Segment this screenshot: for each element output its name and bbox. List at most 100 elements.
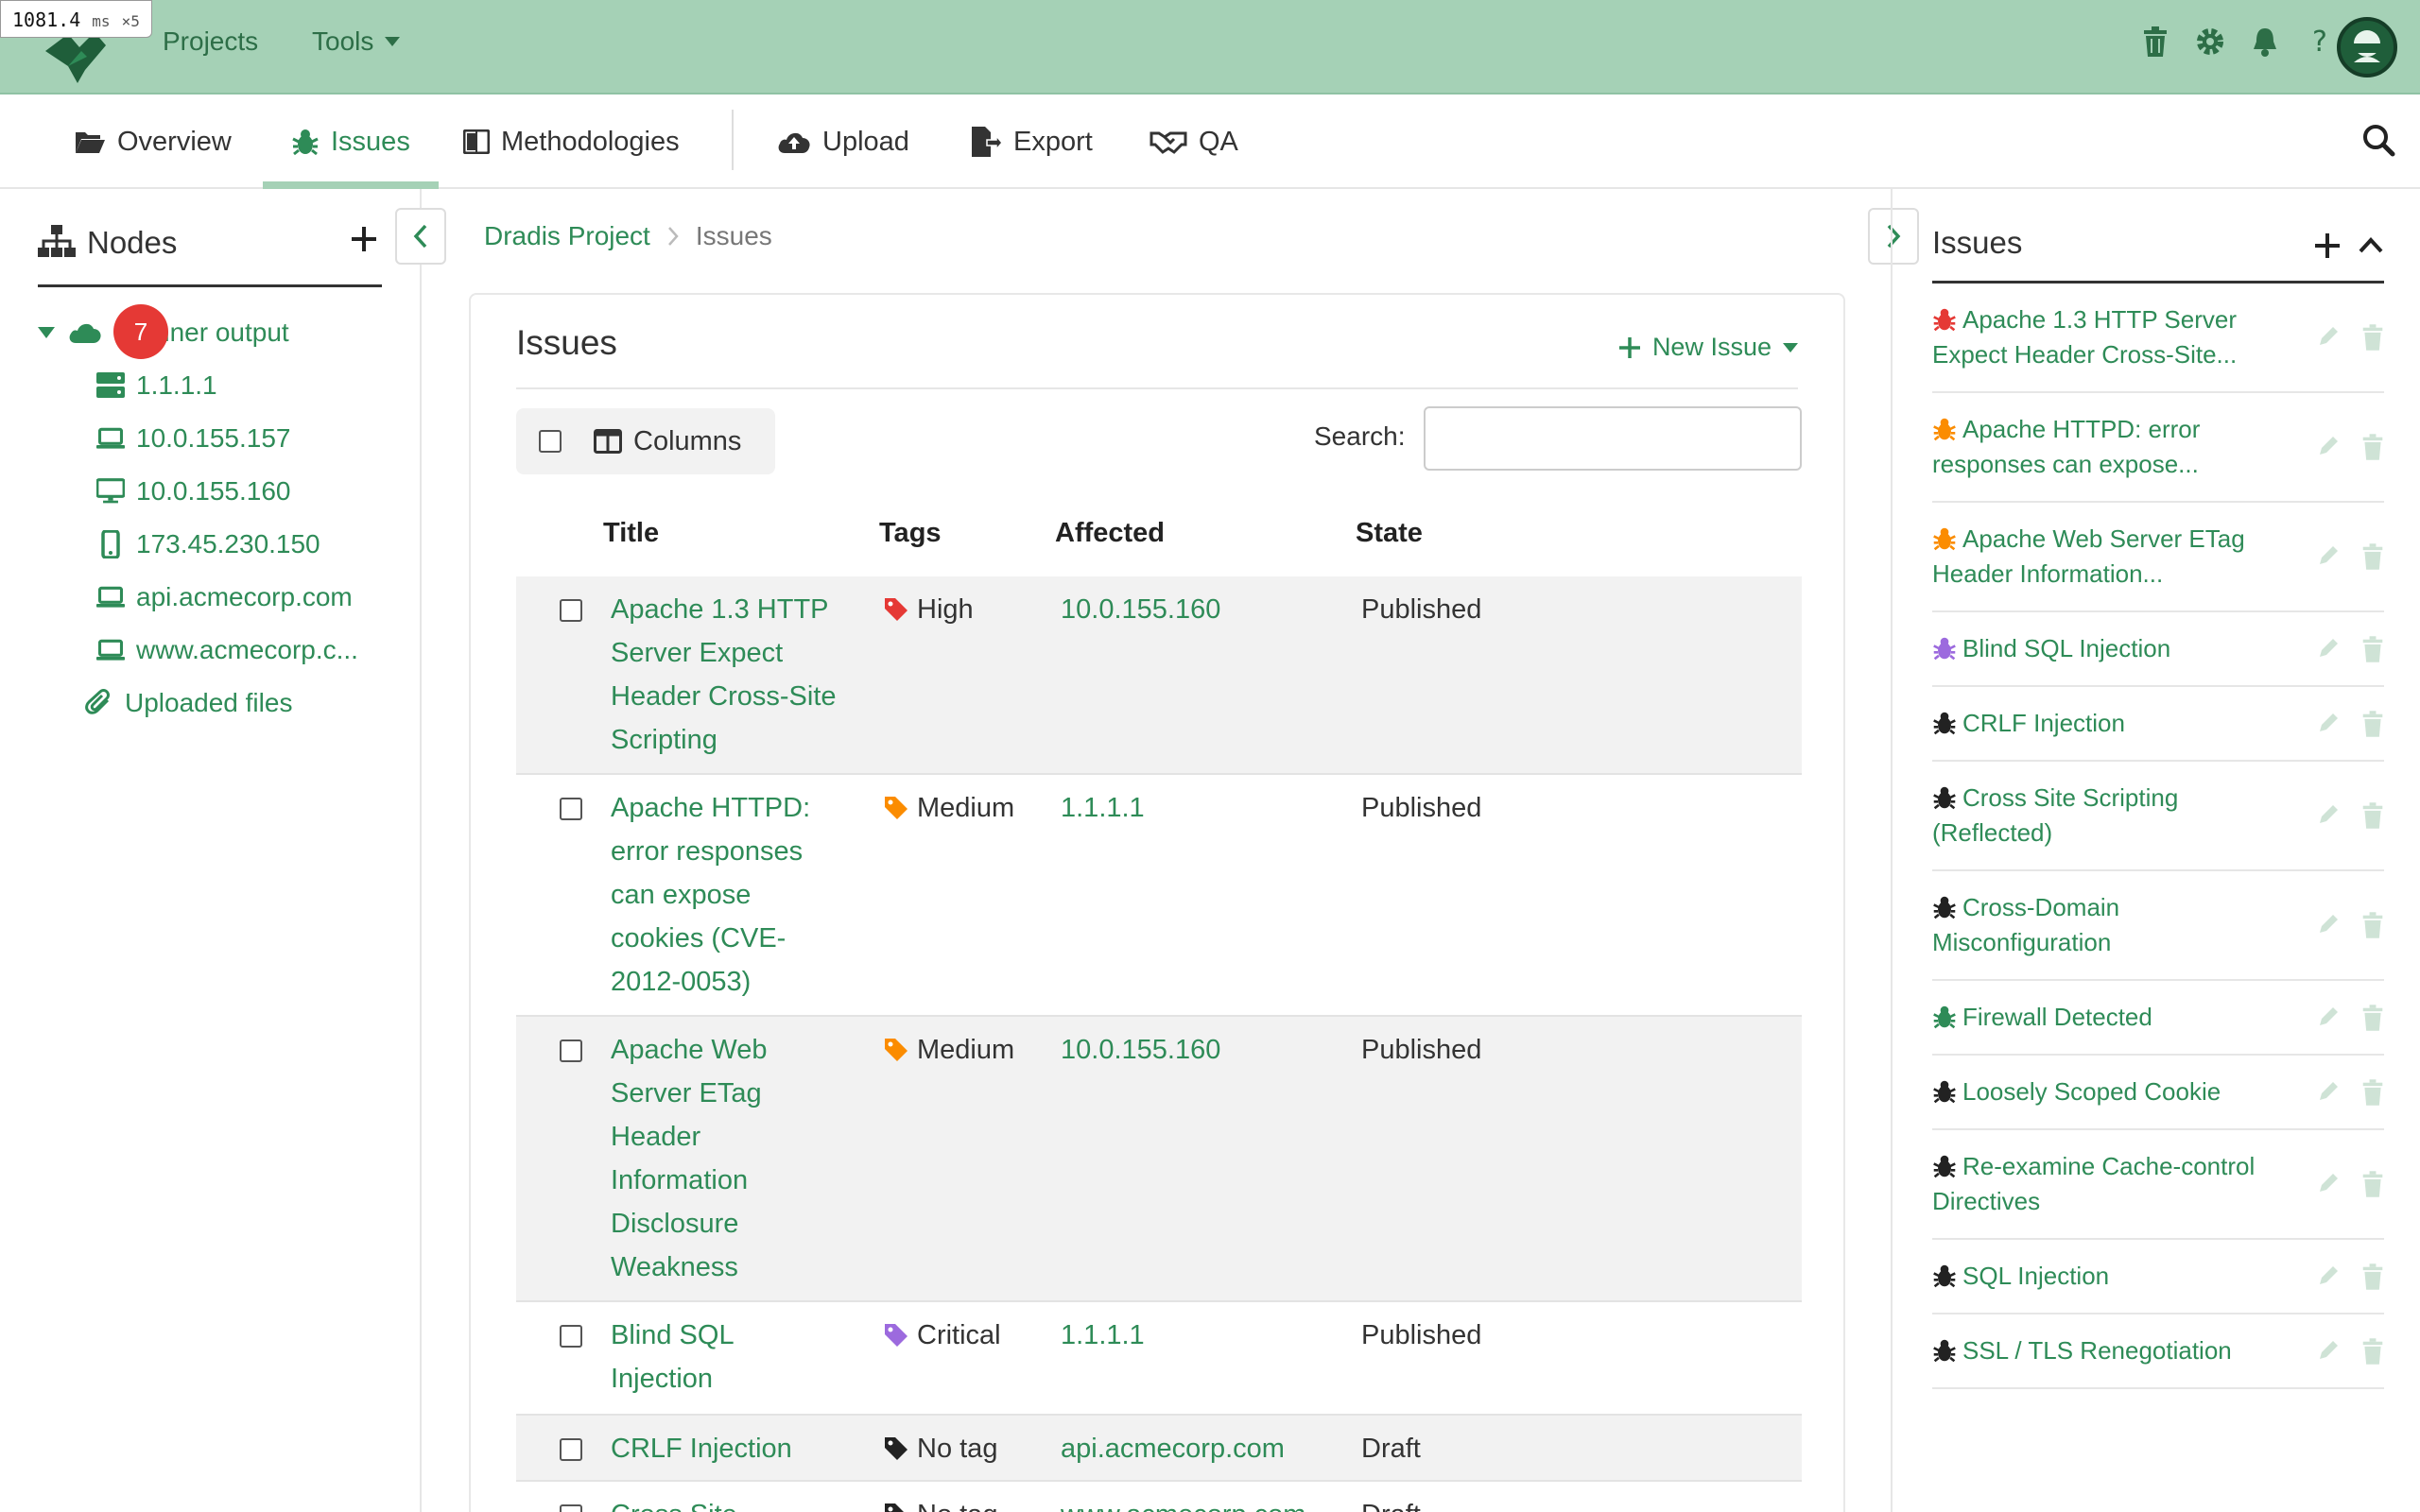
affected-node-link[interactable]: 10.0.155.160: [1061, 1028, 1220, 1072]
trash-icon[interactable]: [2361, 434, 2384, 460]
bell-icon[interactable]: [2250, 25, 2280, 59]
sidebar-issue-item[interactable]: Apache Web Server ETag Header Informatio…: [1932, 503, 2384, 612]
table-row[interactable]: CRLF Injection No tag api.acmecorp.com D…: [516, 1416, 1802, 1482]
collapse-left-button[interactable]: [395, 208, 446, 265]
server-icon: [96, 371, 125, 400]
sidebar-issue-item[interactable]: SQL Injection: [1932, 1240, 2384, 1314]
tab-overview[interactable]: Overview: [74, 94, 232, 189]
chevron-up-icon[interactable]: [2358, 232, 2384, 259]
issue-title-link[interactable]: Blind SQL Injection: [611, 1314, 762, 1400]
tab-qa[interactable]: QA: [1150, 94, 1238, 189]
sidebar-issue-item[interactable]: Loosely Scoped Cookie: [1932, 1056, 2384, 1130]
tab-upload[interactable]: Upload: [777, 94, 909, 189]
pencil-icon[interactable]: [2316, 1263, 2341, 1288]
new-issue-button[interactable]: New Issue: [1618, 333, 1798, 362]
trash-icon[interactable]: [2361, 1171, 2384, 1197]
row-checkbox[interactable]: [560, 1040, 582, 1062]
trash-icon[interactable]: [2361, 912, 2384, 938]
caret-down-icon[interactable]: [38, 318, 55, 347]
node-root[interactable]: nner output 7: [38, 304, 397, 359]
node-item[interactable]: 173.45.230.150: [38, 518, 397, 571]
pencil-icon[interactable]: [2316, 1005, 2341, 1029]
header-affected[interactable]: Affected: [1055, 518, 1165, 549]
sidebar-issue-item[interactable]: Cross-Domain Misconfiguration: [1932, 871, 2384, 981]
breadcrumb-project[interactable]: Dradis Project: [484, 221, 650, 251]
table-row[interactable]: Blind SQL Injection Critical 1.1.1.1 Pub…: [516, 1302, 1802, 1416]
pencil-icon[interactable]: [2316, 912, 2341, 936]
pencil-icon[interactable]: [2316, 711, 2341, 735]
affected-node-link[interactable]: api.acmecorp.com: [1061, 1427, 1285, 1470]
issue-title-link[interactable]: CRLF Injection: [611, 1427, 847, 1470]
affected-node-link[interactable]: 10.0.155.160: [1061, 588, 1220, 631]
node-item[interactable]: 1.1.1.1: [38, 359, 397, 412]
trash-icon[interactable]: [2361, 1078, 2384, 1106]
issue-title-link[interactable]: Cross Site: [611, 1493, 847, 1512]
tab-methodologies[interactable]: Methodologies: [463, 94, 680, 189]
divider: [516, 387, 1798, 389]
row-checkbox[interactable]: [560, 1504, 582, 1512]
affected-node-link[interactable]: 1.1.1.1: [1061, 786, 1145, 830]
table-row[interactable]: Apache Web Server ETag Header Informatio…: [516, 1017, 1802, 1302]
node-item[interactable]: 10.0.155.160: [38, 465, 397, 518]
tab-export[interactable]: Export: [970, 94, 1093, 189]
issue-title-link[interactable]: Apache Web Server ETag Header Informatio…: [611, 1028, 800, 1289]
nav-projects[interactable]: Projects: [163, 26, 258, 57]
sidebar-issue-item[interactable]: Apache 1.3 HTTP Server Expect Header Cro…: [1932, 284, 2384, 393]
pencil-icon[interactable]: [2316, 1079, 2341, 1104]
trash-icon[interactable]: [2361, 1337, 2384, 1365]
tag-label: No tag: [917, 1434, 998, 1464]
node-item[interactable]: 10.0.155.157: [38, 412, 397, 465]
sidebar-issue-item[interactable]: SSL / TLS Renegotiation: [1932, 1314, 2384, 1389]
table-row[interactable]: Apache HTTPD: error responses can expose…: [516, 775, 1802, 1017]
trash-icon[interactable]: [2361, 1263, 2384, 1290]
pencil-icon[interactable]: [2316, 1338, 2341, 1363]
uploaded-files-link[interactable]: Uploaded files: [38, 677, 397, 730]
select-all-checkbox[interactable]: [539, 430, 562, 453]
issue-title-link[interactable]: Apache HTTPD: error responses can expose…: [611, 786, 847, 1004]
trash-icon[interactable]: [2361, 324, 2384, 351]
search-input[interactable]: [1424, 406, 1802, 471]
nav-tools[interactable]: Tools: [312, 26, 401, 57]
columns-button[interactable]: Columns: [594, 426, 741, 457]
node-item[interactable]: www.acmecorp.c...: [38, 624, 397, 677]
sidebar-issue-item[interactable]: Cross Site Scripting (Reflected): [1932, 762, 2384, 871]
pencil-icon[interactable]: [2316, 543, 2341, 568]
trash-icon[interactable]: [2361, 635, 2384, 662]
header-title[interactable]: Title: [603, 518, 659, 549]
pencil-icon[interactable]: [2316, 1171, 2341, 1195]
pencil-icon[interactable]: [2316, 636, 2341, 661]
issue-title-link[interactable]: Apache 1.3 HTTP Server Expect Header Cro…: [611, 588, 847, 762]
trash-icon[interactable]: [2361, 1004, 2384, 1031]
add-issue-icon[interactable]: [2314, 232, 2341, 259]
row-checkbox[interactable]: [560, 1325, 582, 1348]
sidebar-issue-item[interactable]: Firewall Detected: [1932, 981, 2384, 1056]
pencil-icon[interactable]: [2316, 802, 2341, 827]
sidebar-issue-item[interactable]: Re-examine Cache-control Directives: [1932, 1130, 2384, 1240]
user-avatar[interactable]: [2337, 17, 2397, 77]
row-checkbox[interactable]: [560, 798, 582, 820]
header-state[interactable]: State: [1356, 518, 1423, 549]
trash-icon[interactable]: [2140, 25, 2170, 59]
node-item[interactable]: api.acmecorp.com: [38, 571, 397, 624]
issue-state: Published: [1361, 1320, 1482, 1350]
trash-icon[interactable]: [2361, 543, 2384, 570]
header-tags[interactable]: Tags: [879, 518, 942, 549]
affected-node-link[interactable]: 1.1.1.1: [1061, 1314, 1145, 1357]
trash-icon[interactable]: [2361, 710, 2384, 737]
gear-icon[interactable]: [2195, 25, 2225, 59]
sidebar-issue-item[interactable]: Blind SQL Injection: [1932, 612, 2384, 687]
table-row[interactable]: Apache 1.3 HTTP Server Expect Header Cro…: [516, 576, 1802, 775]
row-checkbox[interactable]: [560, 599, 582, 622]
affected-node-link[interactable]: www.acmecorp.com: [1061, 1493, 1305, 1512]
pencil-icon[interactable]: [2316, 324, 2341, 349]
sidebar-issue-item[interactable]: CRLF Injection: [1932, 687, 2384, 762]
search-icon[interactable]: [2361, 123, 2395, 157]
add-node-icon[interactable]: [350, 225, 378, 253]
table-row[interactable]: Cross Site No tag www.acmecorp.com Draft: [516, 1482, 1802, 1512]
tab-issues[interactable]: Issues: [263, 94, 439, 189]
row-checkbox[interactable]: [560, 1438, 582, 1461]
help-icon[interactable]: ?: [2305, 25, 2335, 59]
pencil-icon[interactable]: [2316, 434, 2341, 458]
trash-icon[interactable]: [2361, 802, 2384, 829]
sidebar-issue-item[interactable]: Apache HTTPD: error responses can expose…: [1932, 393, 2384, 503]
